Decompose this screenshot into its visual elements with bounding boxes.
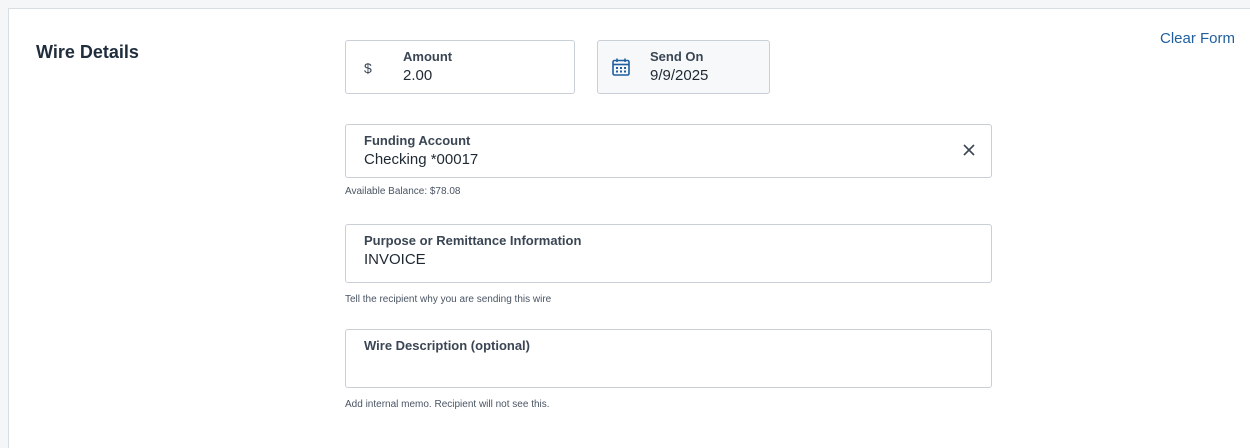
currency-prefix: $ — [364, 60, 372, 76]
section-title: Wire Details — [36, 42, 139, 62]
calendar-icon[interactable] — [611, 57, 631, 82]
send-on-value: 9/9/2025 — [650, 67, 709, 84]
amount-value: 2.00 — [403, 67, 433, 84]
purpose-label: Purpose or Remittance Information — [364, 233, 582, 248]
purpose-field[interactable]: Purpose or Remittance Information INVOIC… — [345, 224, 992, 283]
amount-label: Amount — [403, 49, 453, 64]
amount-field[interactable]: $ Amount 2.00 — [345, 40, 575, 94]
send-on-field[interactable]: Send On 9/9/2025 — [597, 40, 770, 94]
wire-description-helper-text: Add internal memo. Recipient will not se… — [345, 399, 550, 410]
funding-account-field[interactable]: Funding Account Checking *00017 — [345, 124, 992, 178]
close-icon[interactable] — [961, 142, 977, 158]
funding-account-label: Funding Account — [364, 133, 471, 148]
available-balance-text: Available Balance: $78.08 — [345, 186, 461, 197]
wire-details-card: Wire Details Clear Form $ Amount 2.00 Se… — [8, 8, 1250, 448]
purpose-value: INVOICE — [364, 251, 426, 268]
wire-description-label: Wire Description (optional) — [364, 338, 530, 353]
funding-account-value: Checking *00017 — [364, 151, 479, 168]
purpose-helper-text: Tell the recipient why you are sending t… — [345, 294, 552, 305]
wire-description-field[interactable]: Wire Description (optional) — [345, 329, 992, 388]
clear-form-link[interactable]: Clear Form — [1160, 30, 1235, 47]
send-on-label: Send On — [650, 49, 704, 64]
